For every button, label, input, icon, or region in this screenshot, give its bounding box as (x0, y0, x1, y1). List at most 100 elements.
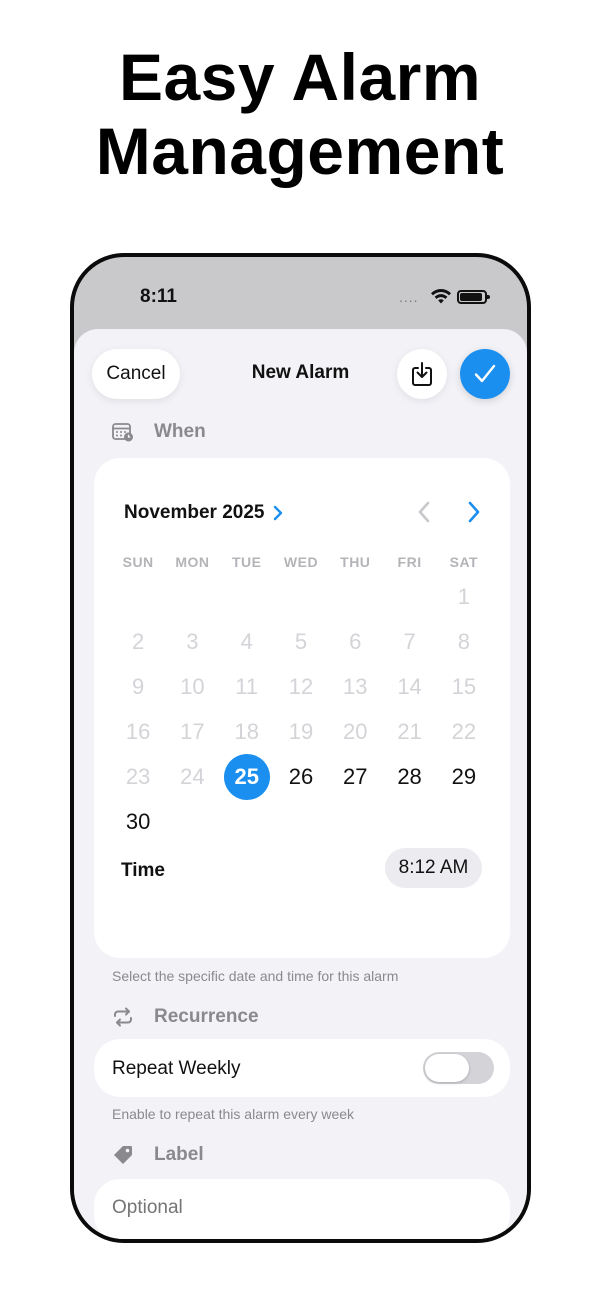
calendar-day-number: 13 (343, 673, 368, 699)
calendar-day: 17 (165, 709, 219, 754)
calendar-day-number: 27 (343, 763, 368, 789)
month-picker-button[interactable]: November 2025 (124, 502, 284, 524)
calendar-blank (274, 574, 328, 619)
calendar-day-number: 21 (397, 718, 422, 744)
calendar-day: 12 (274, 664, 328, 709)
calendar-day: 20 (328, 709, 382, 754)
calendar-day: 7 (382, 619, 436, 664)
calendar-day-number: 15 (451, 673, 477, 699)
calendar-blank (220, 574, 274, 619)
label-section-label: Label (154, 1144, 204, 1165)
time-label: Time (121, 860, 166, 881)
status-time: 8:11 (140, 286, 177, 307)
battery-icon (457, 290, 490, 304)
calendar-day-number: 22 (451, 718, 477, 744)
weekday-wed: WED (283, 554, 319, 570)
calendar-blank (328, 574, 382, 619)
calendar-day-number: 11 (235, 673, 259, 699)
chevron-left-icon (418, 501, 430, 523)
calendar-day: 13 (328, 664, 382, 709)
calendar-day: 2 (111, 619, 165, 664)
month-label: November 2025 (124, 502, 265, 523)
calendar-day-number: 17 (180, 718, 205, 744)
headline: Easy Alarm Management (0, 40, 600, 188)
save-to-device-button[interactable] (397, 349, 447, 399)
calendar-day-number: 3 (186, 628, 199, 654)
calendar-day-number: 7 (403, 628, 416, 654)
calendar-day-number: 14 (397, 673, 422, 699)
new-alarm-sheet: Cancel New Alarm When November 2025 SUN … (74, 329, 527, 1239)
calendar-day: 14 (382, 664, 436, 709)
weekday-tue: TUE (231, 554, 262, 570)
recurrence-footnote: Enable to repeat this alarm every week (112, 1106, 355, 1122)
repeat-weekly-label: Repeat Weekly (112, 1058, 241, 1079)
calendar-day: 11 (220, 664, 274, 709)
calendar-day-number: 19 (288, 718, 314, 744)
cellular-signal-icon: .... (399, 289, 419, 305)
calendar-day-number: 25 (223, 753, 270, 800)
status-bar: 8:11 .... (74, 257, 527, 331)
calendar-day-number: 2 (132, 628, 145, 654)
recurrence-section-label: Recurrence (154, 1006, 259, 1027)
calendar-day-number: 18 (234, 718, 259, 744)
chevron-right-icon (468, 501, 480, 523)
calendar-clock-icon (112, 421, 134, 443)
next-month-button[interactable] (462, 500, 486, 524)
calendar-day: 10 (165, 664, 219, 709)
tag-icon (112, 1144, 134, 1166)
calendar-day[interactable]: 27 (328, 754, 382, 799)
weekday-mon: MON (175, 554, 210, 570)
calendar-day: 15 (437, 664, 491, 709)
calendar-day-number: 24 (180, 763, 205, 789)
calendar-day: 22 (437, 709, 491, 754)
calendar-day[interactable]: 26 (274, 754, 328, 799)
calendar-day-number: 8 (457, 628, 470, 654)
weekday-thu: THU (340, 554, 371, 570)
done-button[interactable] (460, 349, 510, 399)
repeat-weekly-toggle[interactable] (423, 1052, 494, 1084)
headline-line-1: Easy Alarm (118, 40, 482, 114)
calendar-day-number: 12 (288, 673, 314, 699)
calendar-day: 6 (328, 619, 382, 664)
calendar-day[interactable]: 28 (382, 754, 436, 799)
calendar-blank (111, 574, 165, 619)
label-input[interactable] (112, 1197, 482, 1219)
calendar-day[interactable]: 29 (437, 754, 491, 799)
calendar-day-number: 6 (349, 628, 362, 654)
chevron-right-icon (274, 505, 283, 521)
calendar-day: 23 (111, 754, 165, 799)
calendar-day: 5 (274, 619, 328, 664)
calendar-day: 4 (220, 619, 274, 664)
calendar-day-selected[interactable]: 25 (220, 753, 274, 800)
calendar-day: 21 (382, 709, 436, 754)
calendar-day-number: 23 (125, 763, 151, 789)
calendar-day-number: 26 (288, 763, 314, 789)
calendar-day-number: 29 (451, 763, 477, 789)
calendar-day-number: 20 (343, 718, 368, 744)
recurrence-section-header: Recurrence (112, 1006, 259, 1028)
weekday-sun: SUN (122, 554, 154, 570)
calendar-day-number: 28 (397, 763, 422, 789)
when-section-header: When (112, 421, 206, 443)
time-picker-button[interactable]: 8:12 AM (385, 848, 482, 888)
weekday-sat: SAT (449, 554, 479, 570)
calendar-day: 8 (437, 619, 491, 664)
date-time-card: November 2025 SUN MON TUE WED THU FRI SAT 1234… (94, 458, 510, 958)
calendar-day[interactable]: 30 (111, 799, 165, 844)
calendar-day: 24 (165, 754, 219, 799)
calendar-day-number: 4 (240, 628, 253, 654)
repeat-weekly-row: Repeat Weekly (94, 1039, 510, 1097)
headline-line-2: Management (95, 114, 505, 188)
previous-month-button[interactable] (412, 500, 436, 524)
when-section-label: When (154, 421, 206, 442)
calendar-blank (165, 574, 219, 619)
when-footnote: Select the specific date and time for th… (112, 968, 399, 984)
repeat-icon (112, 1006, 134, 1028)
save-to-device-icon (412, 362, 432, 386)
calendar-day: 16 (111, 709, 165, 754)
calendar-day: 3 (165, 619, 219, 664)
calendar-day-number: 9 (132, 673, 145, 699)
calendar-day-number: 10 (180, 673, 205, 699)
calendar-day-number: 30 (125, 808, 151, 834)
calendar-day-number: 16 (125, 718, 151, 744)
